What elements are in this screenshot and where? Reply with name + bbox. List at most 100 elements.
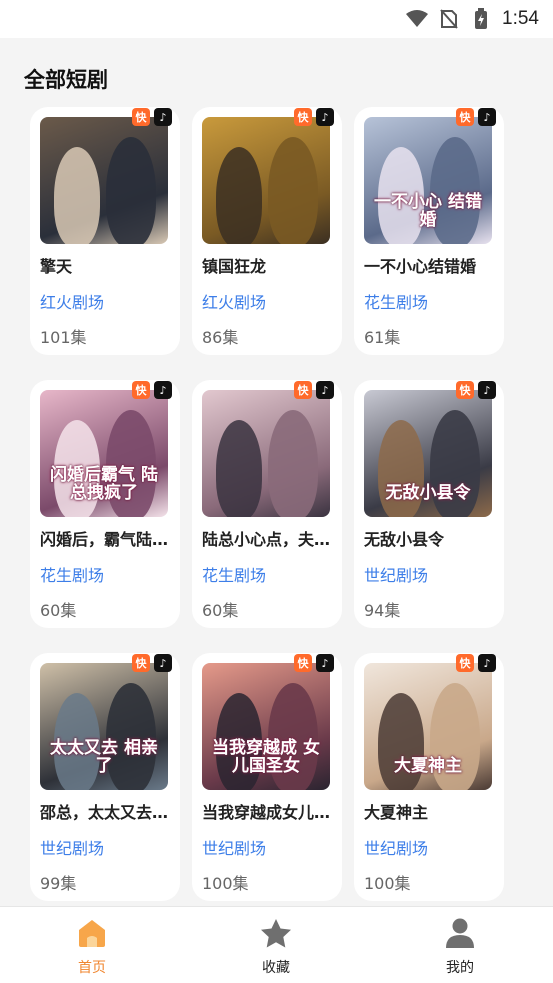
drama-title: 陆总小心点，夫人她又要跑了 — [202, 530, 332, 549]
douyin-icon: ♪ — [316, 654, 334, 672]
drama-episode-count: 94集 — [364, 601, 401, 620]
tab-favorites-label: 收藏 — [262, 960, 290, 976]
drama-card[interactable]: 当我穿越成 女儿国圣女 快♪ 当我穿越成女儿国圣女世纪剧场 100集 — [192, 653, 342, 901]
poster-caption: 大夏神主 — [394, 756, 462, 777]
bottom-tab-bar: 首页 收藏 我的 — [0, 906, 553, 983]
poster-caption: 闪婚后霸气 陆总拽疯了 — [50, 464, 158, 504]
drama-card[interactable]: 快 ♪ 擎天红火剧场 101集 — [30, 107, 180, 355]
douyin-icon: ♪ — [316, 108, 334, 126]
drama-poster: 大夏神主 — [364, 663, 492, 790]
drama-poster: 一不小心 结错婚 — [364, 117, 492, 244]
drama-title: 邵总，太太又去相亲了 — [40, 803, 170, 822]
drama-episode-count: 101集 — [40, 328, 87, 347]
douyin-icon: ♪ — [154, 654, 172, 672]
status-time: 1:54 — [502, 8, 539, 29]
kuaishou-icon: 快 — [294, 381, 312, 399]
platform-badges: 快 ♪ — [132, 108, 172, 126]
poster-caption: 太太又去 相亲了 — [50, 737, 158, 777]
drama-poster — [202, 117, 330, 244]
drama-poster: 太太又去 相亲了 — [40, 663, 168, 790]
poster-caption: 无敌小县令 — [385, 483, 471, 504]
poster-figure — [268, 137, 318, 244]
tab-profile-label: 我的 — [446, 960, 474, 976]
page-title: 全部短剧 — [24, 68, 108, 92]
poster-figure — [268, 410, 318, 517]
poster-figure — [106, 137, 156, 244]
douyin-icon: ♪ — [478, 108, 496, 126]
drama-episode-count: 60集 — [40, 601, 77, 620]
drama-card[interactable]: 闪婚后霸气 陆总拽疯了 快♪ 闪婚后，霸气陆总拽疯了花生剧场 60集 — [30, 380, 180, 628]
tab-home-label: 首页 — [78, 960, 106, 976]
kuaishou-icon: 快 — [132, 381, 150, 399]
drama-poster — [40, 117, 168, 244]
platform-badges: 快 ♪ — [132, 381, 172, 399]
kuaishou-icon: 快 — [456, 654, 474, 672]
kuaishou-icon: 快 — [132, 108, 150, 126]
home-icon — [79, 920, 105, 947]
drama-episode-count: 86集 — [202, 328, 239, 347]
drama-source-link[interactable]: 花生剧场 — [202, 562, 266, 586]
drama-card[interactable]: 快 ♪ 镇国狂龙红火剧场 86集 — [192, 107, 342, 355]
drama-source-link[interactable]: 红火剧场 — [40, 289, 104, 313]
drama-card[interactable]: 快♪ 陆总小心点，夫人她又要跑了花生剧场 60集 — [192, 380, 342, 628]
drama-title: 一不小心结错婚 — [364, 257, 477, 276]
douyin-icon: ♪ — [478, 381, 496, 399]
drama-episode-count: 100集 — [364, 874, 411, 893]
douyin-icon: ♪ — [478, 654, 496, 672]
platform-badges: 快 ♪ — [456, 381, 496, 399]
drama-episode-count: 99集 — [40, 874, 77, 893]
douyin-icon: ♪ — [154, 381, 172, 399]
tab-favorites[interactable]: 收藏 — [184, 907, 368, 983]
douyin-icon: ♪ — [316, 381, 334, 399]
tab-profile[interactable]: 我的 — [368, 907, 552, 983]
drama-title: 闪婚后，霸气陆总拽疯了 — [40, 530, 170, 549]
drama-source-link[interactable]: 花生剧场 — [40, 562, 104, 586]
drama-source-link[interactable]: 花生剧场 — [364, 289, 428, 313]
profile-icon — [446, 918, 474, 948]
drama-source-link[interactable]: 世纪剧场 — [364, 562, 428, 586]
platform-badges: 快 ♪ — [132, 654, 172, 672]
kuaishou-icon: 快 — [294, 654, 312, 672]
drama-poster: 当我穿越成 女儿国圣女 — [202, 663, 330, 790]
douyin-icon: ♪ — [154, 108, 172, 126]
status-bar: 1:54 — [0, 0, 553, 38]
kuaishou-icon: 快 — [132, 654, 150, 672]
drama-card[interactable]: 大夏神主 快 ♪ 大夏神主世纪剧场 100集 — [354, 653, 504, 901]
drama-poster: 无敌小县令 — [364, 390, 492, 517]
kuaishou-icon: 快 — [456, 108, 474, 126]
drama-source-link[interactable]: 红火剧场 — [202, 289, 266, 313]
poster-figure — [54, 147, 100, 244]
platform-badges: 快 ♪ — [294, 108, 334, 126]
drama-poster — [202, 390, 330, 517]
platform-badges: 快 ♪ — [294, 381, 334, 399]
drama-title: 擎天 — [40, 257, 73, 276]
drama-poster: 闪婚后霸气 陆总拽疯了 — [40, 390, 168, 517]
battery-charging-icon — [470, 8, 492, 30]
drama-episode-count: 61集 — [364, 328, 401, 347]
drama-title: 镇国狂龙 — [202, 257, 267, 276]
drama-title: 大夏神主 — [364, 803, 429, 822]
kuaishou-icon: 快 — [294, 108, 312, 126]
drama-source-link[interactable]: 世纪剧场 — [364, 835, 428, 859]
tab-home[interactable]: 首页 — [0, 907, 184, 983]
poster-caption: 当我穿越成 女儿国圣女 — [212, 737, 320, 777]
poster-caption: 一不小心 结错婚 — [374, 191, 482, 231]
no-sim-icon — [438, 8, 460, 30]
drama-card[interactable]: 一不小心 结错婚 快 ♪ 一不小心结错婚花生剧场 61集 — [354, 107, 504, 355]
drama-title: 当我穿越成女儿国圣女 — [202, 803, 332, 822]
poster-figure — [216, 147, 262, 244]
platform-badges: 快 ♪ — [456, 108, 496, 126]
drama-episode-count: 100集 — [202, 874, 249, 893]
drama-card[interactable]: 无敌小县令 快 ♪ 无敌小县令世纪剧场 94集 — [354, 380, 504, 628]
platform-badges: 快 ♪ — [456, 654, 496, 672]
star-icon — [261, 919, 291, 948]
drama-source-link[interactable]: 世纪剧场 — [202, 835, 266, 859]
drama-title: 无敌小县令 — [364, 530, 445, 549]
drama-source-link[interactable]: 世纪剧场 — [40, 835, 104, 859]
kuaishou-icon: 快 — [456, 381, 474, 399]
drama-episode-count: 60集 — [202, 601, 239, 620]
platform-badges: 快 ♪ — [294, 654, 334, 672]
poster-figure — [216, 420, 262, 517]
drama-card[interactable]: 太太又去 相亲了 快♪ 邵总，太太又去相亲了世纪剧场 99集 — [30, 653, 180, 901]
wifi-icon — [406, 8, 429, 30]
